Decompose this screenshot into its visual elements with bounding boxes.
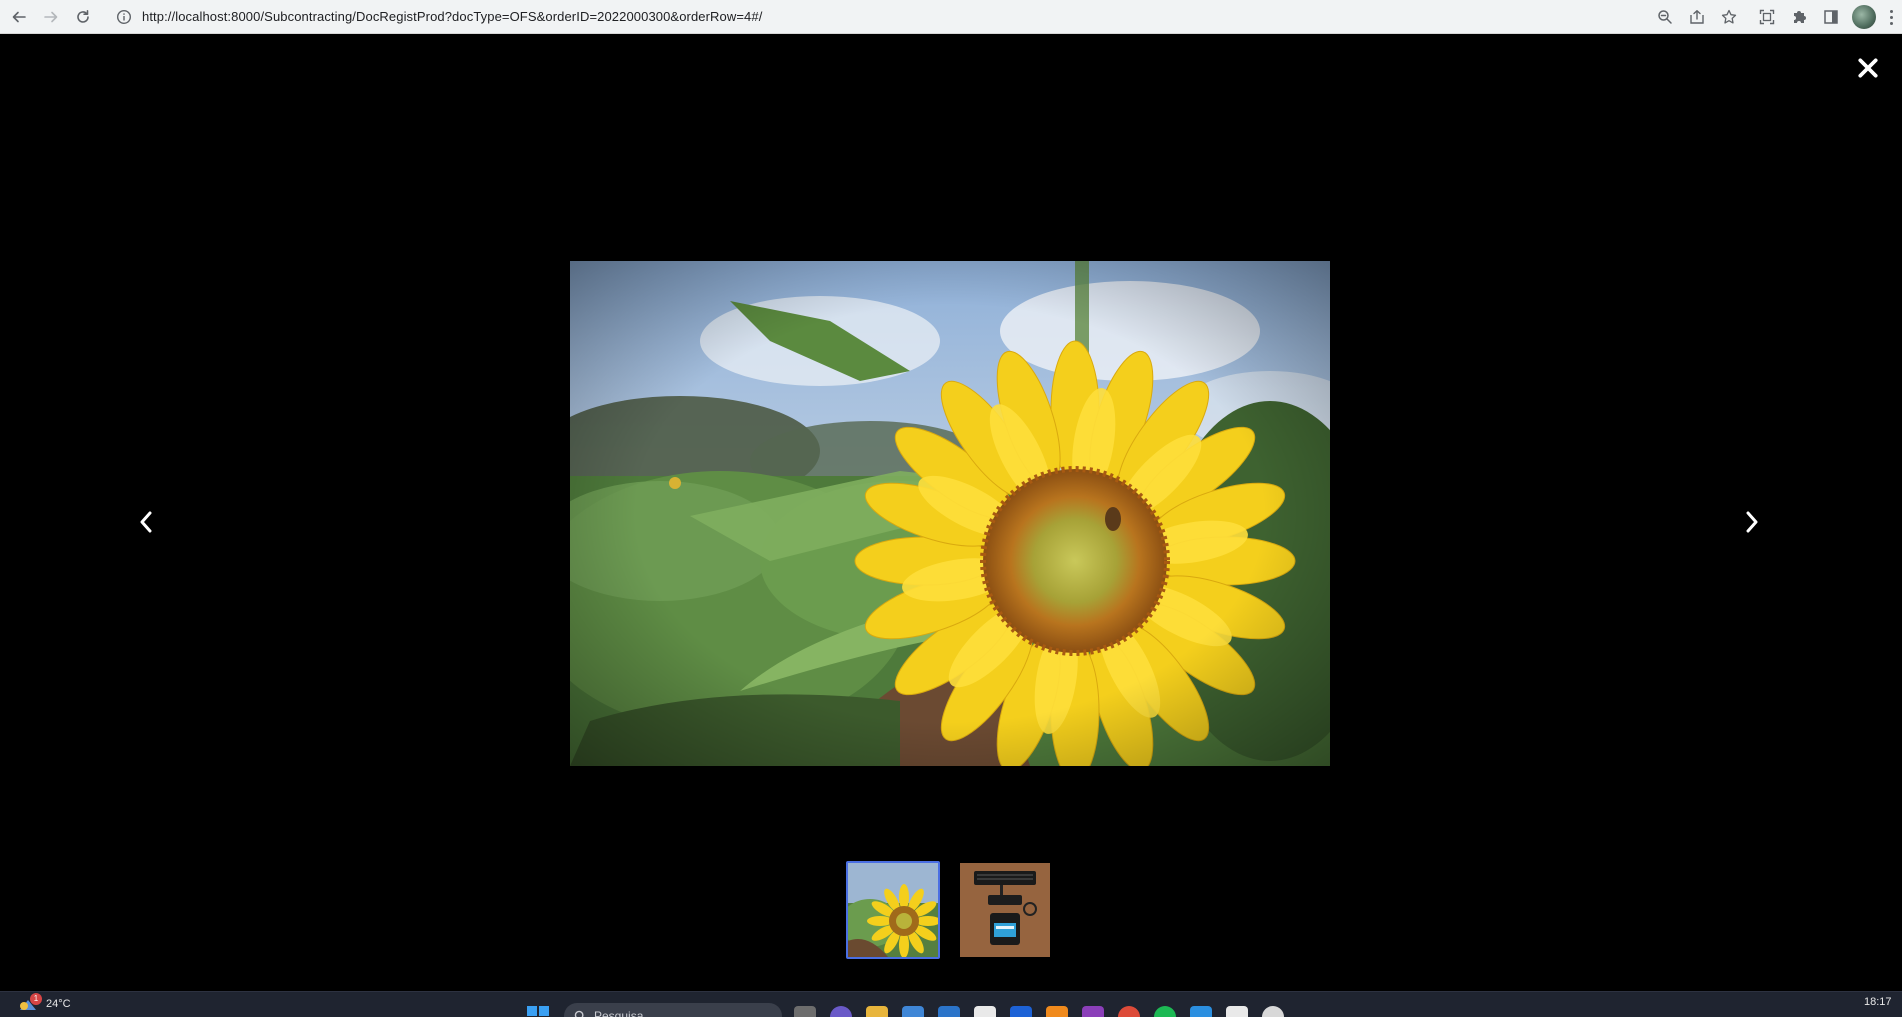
menu-dot [1889, 9, 1893, 13]
share-button[interactable] [1684, 4, 1710, 30]
app-icon[interactable] [1262, 1006, 1284, 1017]
chevron-right-icon [1746, 511, 1758, 533]
weather-icon: 1 [18, 993, 42, 1012]
app-icon[interactable] [902, 1006, 924, 1017]
close-icon [1858, 58, 1878, 78]
chrome-icon[interactable] [1118, 1006, 1140, 1017]
thumbnail-device-image [960, 863, 1050, 957]
menu-dot [1889, 21, 1893, 25]
app-icon[interactable] [974, 1006, 996, 1017]
reload-icon [77, 10, 89, 23]
forward-button[interactable] [38, 4, 64, 30]
windows-logo-icon [527, 1006, 549, 1016]
capture-icon [1759, 9, 1775, 25]
pinned-apps [794, 1006, 1284, 1017]
address-bar[interactable]: http://localhost:8000/Subcontracting/Doc… [108, 3, 1668, 30]
start-button[interactable] [526, 1005, 550, 1017]
vscode-icon[interactable] [1190, 1006, 1212, 1017]
app-icon[interactable] [1010, 1006, 1032, 1017]
extensions-button[interactable] [1786, 4, 1812, 30]
share-icon [1690, 10, 1704, 24]
menu-dot [1889, 15, 1893, 19]
side-panel-icon [1824, 10, 1838, 24]
mail-icon[interactable] [938, 1006, 960, 1017]
bookmark-button[interactable] [1716, 4, 1742, 30]
puzzle-icon [1794, 11, 1806, 23]
reload-button[interactable] [70, 4, 96, 30]
clock-time: 18:17 [1864, 996, 1892, 1008]
app-icon[interactable] [794, 1006, 816, 1017]
app-icon[interactable] [1226, 1006, 1248, 1017]
weather-widget[interactable]: 1 24°C [18, 993, 71, 1012]
thumbnail-strip [846, 861, 1052, 959]
zoom-button[interactable] [1652, 4, 1678, 30]
previous-image-button[interactable] [131, 504, 161, 540]
next-image-button[interactable] [1737, 504, 1767, 540]
notification-badge: 1 [30, 993, 42, 1005]
star-icon [1721, 9, 1737, 24]
profile-avatar[interactable] [1852, 5, 1876, 29]
side-panel-button[interactable] [1818, 4, 1844, 30]
thumbnail-sunflower-image [848, 863, 938, 957]
browser-menu-button[interactable] [1885, 6, 1897, 28]
image-lightbox [0, 34, 1902, 991]
thumbnail-device[interactable] [958, 861, 1052, 959]
spotify-icon[interactable] [1154, 1006, 1176, 1017]
search-placeholder: Pesquisa [594, 1009, 644, 1017]
screen: http://localhost:8000/Subcontracting/Doc… [0, 0, 1902, 1017]
back-button[interactable] [6, 4, 32, 30]
thumbnail-sunflower[interactable] [846, 861, 940, 959]
chevron-left-icon [140, 511, 152, 533]
close-button[interactable] [1854, 54, 1882, 82]
taskbar-search[interactable]: Pesquisa [564, 1003, 782, 1017]
app-icon[interactable] [830, 1006, 852, 1017]
file-explorer-icon[interactable] [866, 1006, 888, 1017]
info-icon[interactable] [116, 9, 132, 25]
url-text: http://localhost:8000/Subcontracting/Doc… [142, 9, 763, 24]
taskbar: 1 24°C Pesquisa 18:17 [0, 991, 1902, 1017]
onenote-icon[interactable] [1082, 1006, 1104, 1017]
forward-arrow-icon [44, 11, 58, 23]
main-image-sunflower [570, 261, 1330, 766]
search-icon [574, 1010, 584, 1017]
app-icon[interactable] [1046, 1006, 1068, 1017]
browser-toolbar: http://localhost:8000/Subcontracting/Doc… [0, 0, 1902, 34]
zoom-out-icon [1658, 10, 1672, 24]
back-arrow-icon [12, 11, 26, 23]
sunflower-photo [570, 261, 1330, 766]
temperature-text: 24°C [46, 998, 71, 1010]
screenshot-button[interactable] [1754, 4, 1780, 30]
